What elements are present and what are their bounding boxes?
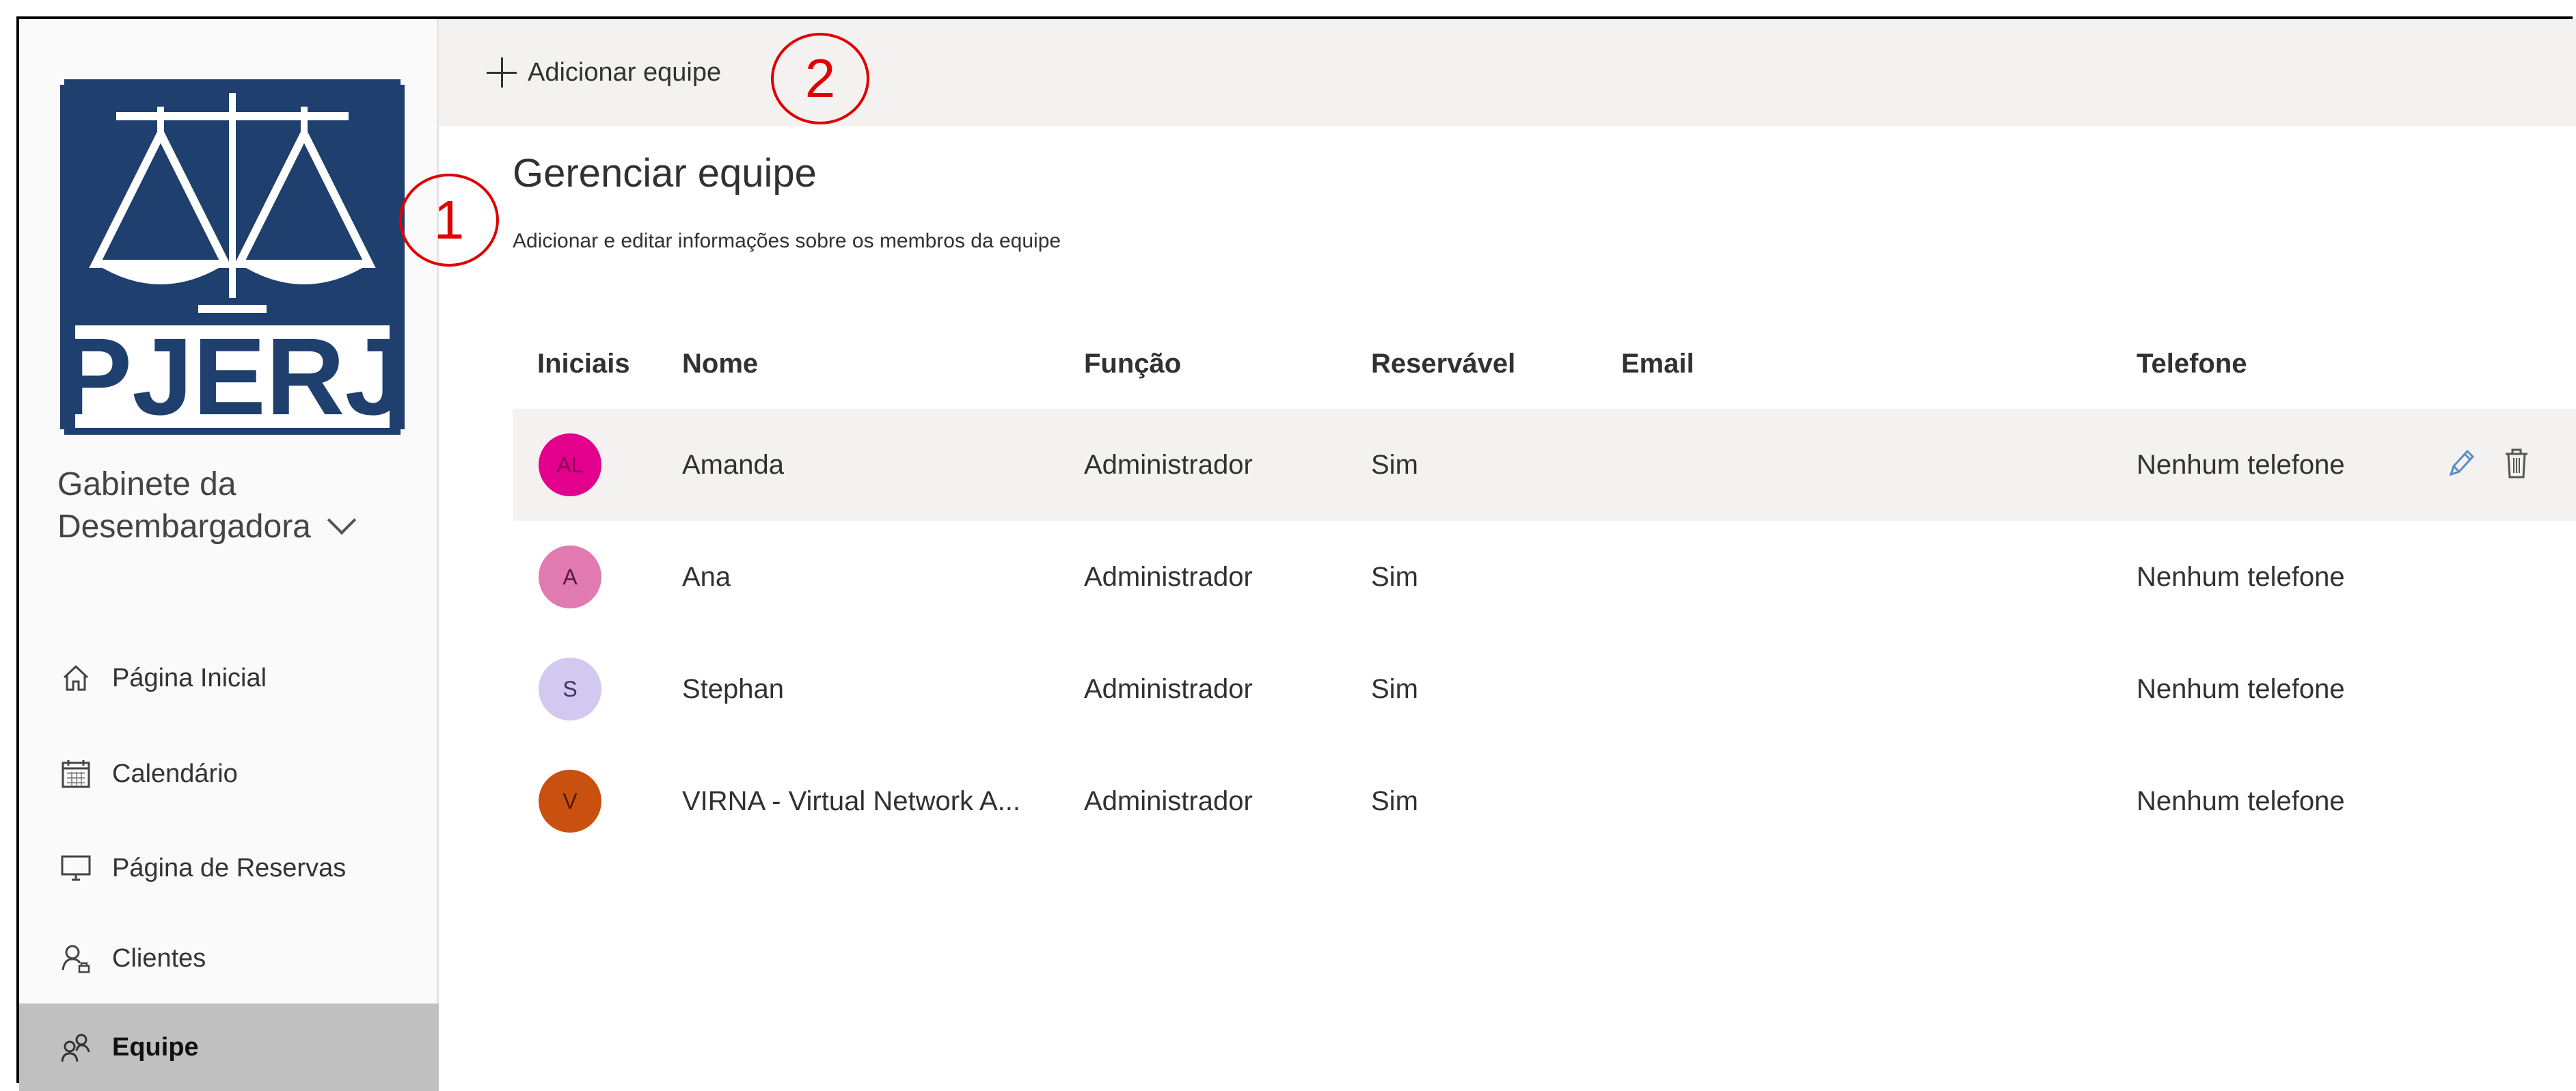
sidebar-item-clientes[interactable]: Clientes: [19, 915, 439, 1002]
sidebar: PJERJ Gabinete da Desembargadora Página …: [19, 19, 439, 1091]
page-subtitle: Adicionar e editar informações sobre os …: [513, 230, 1061, 252]
org-selector[interactable]: Gabinete da Desembargadora: [57, 463, 357, 548]
home-icon: [63, 664, 89, 691]
delete-trash-icon[interactable]: [2500, 446, 2533, 481]
column-header-phone[interactable]: Telefone: [2137, 349, 2247, 379]
avatar: AL: [539, 433, 601, 496]
column-header-email[interactable]: Email: [1621, 349, 1694, 379]
sidebar-item-label: Calendário: [112, 759, 238, 788]
member-name: Ana: [682, 562, 731, 592]
add-team-member-button[interactable]: Adicionar equipe: [487, 52, 721, 93]
member-phone: Nenhum telefone: [2137, 450, 2345, 480]
sidebar-item-label: Página de Reservas: [112, 853, 347, 883]
table-row[interactable]: V VIRNA - Virtual Network A... Administr…: [513, 745, 2576, 857]
member-phone: Nenhum telefone: [2137, 786, 2345, 816]
add-team-member-label: Adicionar equipe: [528, 57, 722, 87]
member-bookable: Sim: [1371, 786, 1418, 816]
pjerj-logo: PJERJ: [59, 79, 406, 435]
member-name: Stephan: [682, 674, 785, 704]
edit-pencil-icon[interactable]: [2444, 446, 2477, 481]
calendar-icon: [62, 760, 90, 788]
logo-text: PJERJ: [59, 315, 406, 435]
member-phone: Nenhum telefone: [2137, 674, 2345, 704]
table-row[interactable]: S Stephan Administrador Sim Nenhum telef…: [513, 633, 2576, 745]
sidebar-item-label: Equipe: [112, 1032, 199, 1062]
team-icon: [61, 1034, 90, 1062]
member-bookable: Sim: [1371, 450, 1418, 480]
column-header-bookable[interactable]: Reservável: [1371, 349, 1515, 379]
plus-icon: [487, 57, 517, 87]
callout-1: 1: [399, 174, 499, 267]
callout-2: 2: [771, 33, 869, 124]
sidebar-item-label: Clientes: [112, 943, 206, 973]
sidebar-item-pagina-de-reservas[interactable]: Página de Reservas: [19, 824, 439, 912]
member-phone: Nenhum telefone: [2137, 562, 2345, 592]
monitor-icon: [61, 855, 91, 881]
member-role: Administrador: [1084, 450, 1253, 480]
org-name-line1: Gabinete da: [57, 466, 236, 502]
sidebar-item-pagina-inicial[interactable]: Página Inicial: [19, 634, 439, 722]
member-bookable: Sim: [1371, 674, 1418, 704]
member-role: Administrador: [1084, 786, 1253, 816]
avatar: V: [539, 770, 601, 833]
member-role: Administrador: [1084, 562, 1253, 592]
sidebar-item-label: Página Inicial: [112, 663, 267, 692]
avatar: S: [539, 658, 601, 720]
member-name: Amanda: [682, 450, 784, 480]
sidebar-item-calendario[interactable]: Calendário: [19, 730, 439, 818]
chevron-down-icon: [327, 505, 357, 535]
command-bar: Adicionar equipe: [439, 19, 2576, 126]
member-bookable: Sim: [1371, 562, 1418, 592]
sidebar-item-equipe[interactable]: Equipe: [19, 1004, 439, 1091]
org-name-line2: Desembargadora: [57, 509, 311, 545]
member-role: Administrador: [1084, 674, 1253, 704]
table-row[interactable]: A Ana Administrador Sim Nenhum telefone: [513, 521, 2576, 633]
avatar: A: [539, 546, 601, 608]
page-title: Gerenciar equipe: [513, 151, 817, 196]
table-row[interactable]: AL Amanda Administrador Sim Nenhum telef…: [513, 409, 2576, 521]
member-name: VIRNA - Virtual Network A...: [682, 786, 1020, 816]
column-header-name[interactable]: Nome: [682, 349, 758, 379]
row-actions: [2444, 446, 2533, 481]
column-header-initials[interactable]: Iniciais: [537, 349, 630, 379]
column-header-role[interactable]: Função: [1084, 349, 1181, 379]
clients-icon: [62, 945, 90, 973]
